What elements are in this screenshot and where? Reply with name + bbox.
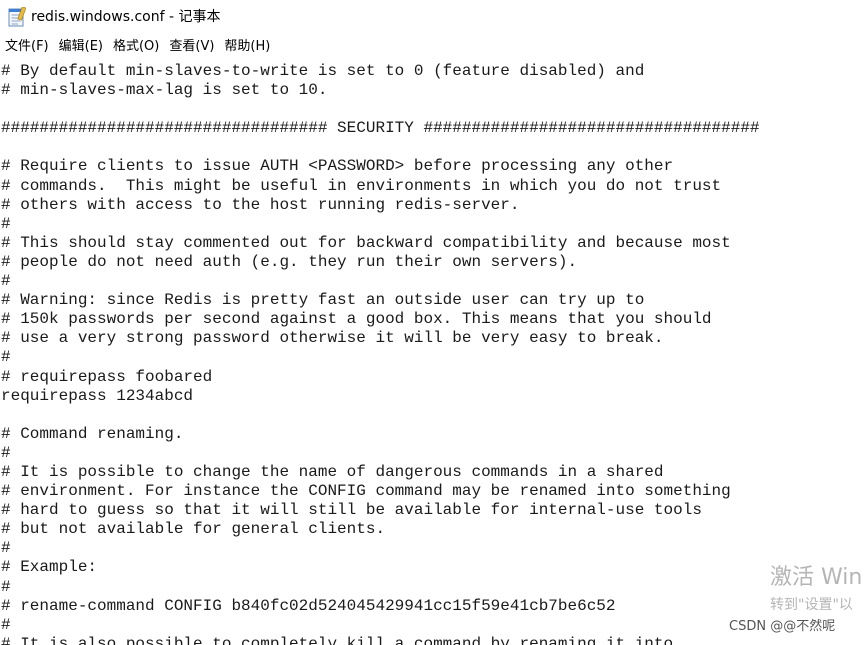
editor-line: # but not available for general clients. (1, 520, 386, 539)
editor-line: # It is also possible to completely kill… (1, 634, 674, 645)
text-editor[interactable]: # By default min-slaves-to-write is set … (0, 60, 864, 645)
menu-format[interactable]: 格式(O) (108, 36, 164, 58)
activation-watermark-subtitle: 转到"设置"以 (770, 597, 853, 613)
notepad-icon (8, 6, 27, 27)
editor-line: # use a very strong password otherwise i… (1, 329, 664, 348)
editor-line: ################################## SECUR… (1, 119, 760, 138)
editor-line: # (1, 615, 11, 634)
title-bar[interactable]: redis.windows.conf - 记事本 (0, 0, 864, 34)
menu-edit[interactable]: 编辑(E) (54, 36, 108, 58)
editor-line: # requirepass foobared (1, 367, 213, 386)
menu-view[interactable]: 查看(V) (164, 36, 219, 58)
editor-lines: # By default min-slaves-to-write is set … (0, 62, 760, 645)
menu-file[interactable]: 文件(F) (0, 36, 54, 58)
editor-line: # 150k passwords per second against a go… (1, 310, 712, 329)
editor-line: # (1, 214, 11, 233)
editor-line: # hard to guess so that it will still be… (1, 501, 702, 520)
editor-line: requirepass 1234abcd (1, 386, 194, 405)
editor-line: # min-slaves-max-lag is set to 10. (1, 81, 328, 100)
editor-line: # Example: (1, 558, 98, 577)
menu-help[interactable]: 帮助(H) (219, 36, 275, 58)
editor-line: # It is possible to change the name of d… (1, 462, 664, 481)
editor-line: # people do not need auth (e.g. they run… (1, 252, 578, 271)
editor-line: # (1, 539, 11, 558)
editor-line: # (1, 577, 11, 596)
activation-watermark-title: 激活 Win (770, 565, 863, 590)
editor-line: # Warning: since Redis is pretty fast an… (1, 291, 645, 310)
editor-line: # (1, 443, 11, 462)
editor-line: # By default min-slaves-to-write is set … (1, 62, 645, 80)
editor-line: # This should stay commented out for bac… (1, 233, 731, 252)
editor-line: # Require clients to issue AUTH <PASSWOR… (1, 157, 674, 176)
editor-line: # (1, 348, 11, 367)
csdn-watermark: CSDN @@不然呢 (729, 618, 840, 636)
editor-line: # Command renaming. (1, 424, 184, 443)
editor-line: # environment. For instance the CONFIG c… (1, 482, 731, 501)
editor-line: # rename-command CONFIG b840fc02d5240454… (1, 596, 616, 615)
editor-line: # others with access to the host running… (1, 195, 520, 214)
editor-line: # (1, 272, 11, 291)
editor-line: # commands. This might be useful in envi… (1, 176, 722, 195)
window-title: redis.windows.conf - 记事本 (31, 9, 221, 25)
menu-bar: 文件(F) 编辑(E) 格式(O) 查看(V) 帮助(H) (0, 36, 864, 58)
